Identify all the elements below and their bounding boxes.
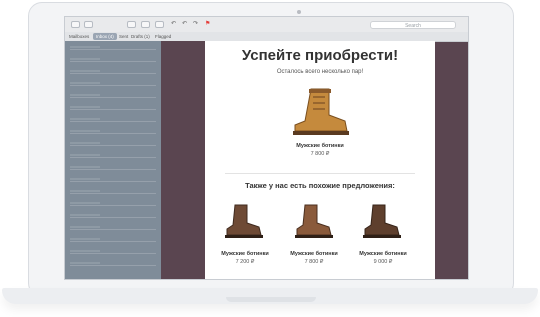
section-divider — [225, 173, 415, 174]
delete-button[interactable] — [141, 21, 150, 28]
compose-button[interactable] — [84, 21, 93, 28]
similar-product-1-name: Мужские ботинки — [221, 251, 269, 257]
reply-icon[interactable]: ↶ — [171, 20, 176, 28]
flag-icon[interactable]: ⚑ — [205, 20, 210, 28]
similar-product-2-price: 7 800 ₽ — [304, 259, 324, 265]
similar-product-1-price: 7 200 ₽ — [235, 259, 255, 265]
camera-dot — [297, 10, 301, 14]
email-subtitle: Осталось всего несколько пар! — [276, 69, 364, 75]
similar-product-3-price: 9 000 ₽ — [373, 259, 393, 265]
fav-drafts[interactable]: Drafts (1) — [131, 33, 150, 40]
reply-all-icon[interactable]: ↶ — [182, 20, 187, 28]
archive-button[interactable] — [127, 21, 136, 28]
email-body: Успейте приобрести! Осталось всего неско… — [205, 41, 435, 279]
main-product-price: 7 800 ₽ — [310, 151, 330, 157]
email-headline: Успейте приобрести! — [241, 47, 399, 64]
fav-mailboxes[interactable]: Mailboxes — [69, 33, 89, 40]
similar-offers-title: Также у нас есть похожие предложения: — [245, 181, 395, 190]
fav-inbox[interactable]: Inbox (4) — [93, 33, 117, 40]
search-input[interactable]: Search — [370, 21, 456, 29]
similar-boot-3-image[interactable] — [361, 201, 403, 243]
fav-flagged[interactable]: Flagged — [155, 33, 171, 40]
mailbox-toggle-button[interactable] — [71, 21, 80, 28]
mail-app-window: ↶ ↶ ↷ ⚑ Search Mailboxes Inbox (4) Sent … — [64, 16, 469, 280]
similar-boot-1-image[interactable] — [223, 201, 265, 243]
laptop-notch — [226, 297, 316, 302]
similar-product-2-name: Мужские ботинки — [290, 251, 338, 257]
main-product-name: Мужские ботинки — [296, 143, 344, 149]
message-background — [161, 41, 205, 279]
message-list[interactable] — [65, 41, 161, 279]
mail-toolbar: ↶ ↶ ↷ ⚑ Search — [65, 17, 468, 33]
fav-sent[interactable]: Sent — [119, 33, 128, 40]
forward-icon[interactable]: ↷ — [193, 20, 198, 28]
similar-boot-2-image[interactable] — [293, 201, 335, 243]
junk-button[interactable] — [155, 21, 164, 28]
similar-product-3-name: Мужские ботинки — [359, 251, 407, 257]
main-boot-image[interactable] — [289, 85, 351, 139]
